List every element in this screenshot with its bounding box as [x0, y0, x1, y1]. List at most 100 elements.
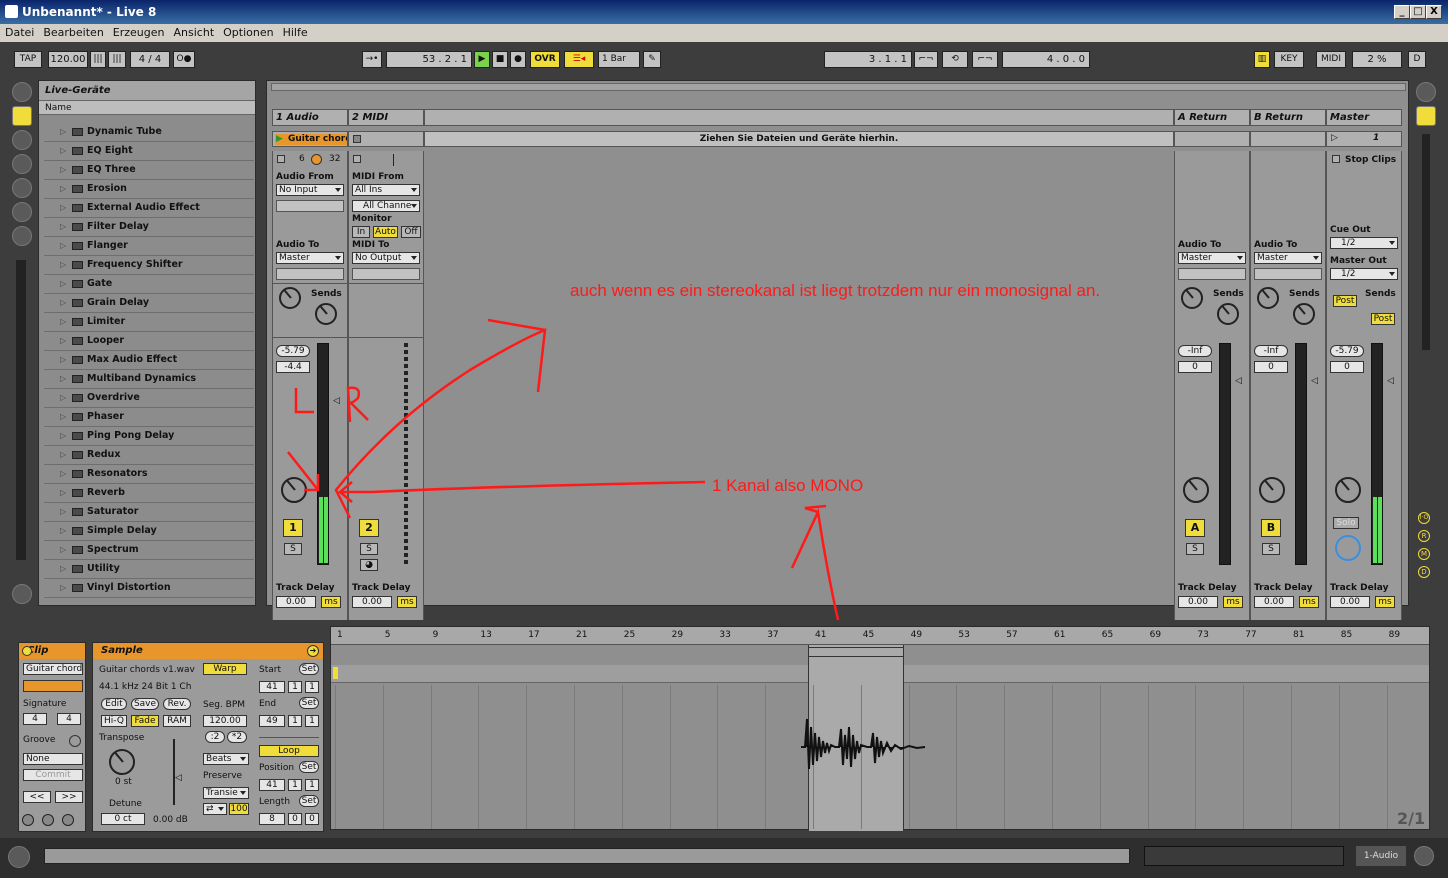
transpose-label: Transpose	[99, 733, 145, 743]
annotation-r-letter	[346, 386, 369, 423]
ruler-tick-label: 13	[480, 630, 492, 640]
position-label: Position	[259, 763, 295, 773]
length-bar[interactable]: 8	[259, 813, 285, 825]
signature-denominator[interactable]: 4	[57, 713, 81, 725]
ruler-tick-label: 5	[384, 630, 391, 640]
loop-brace[interactable]	[808, 647, 904, 657]
sample-box-header: Sample	[93, 643, 323, 659]
ruler-tick-label: 57	[1006, 630, 1018, 640]
half-tempo-button[interactable]: :2	[205, 731, 225, 743]
gain-slider[interactable]	[173, 739, 175, 805]
warp-mode-select[interactable]: Beats	[203, 753, 249, 765]
ruler-tick-label: 61	[1054, 630, 1066, 640]
grid-line	[574, 685, 575, 829]
hiq-button[interactable]: Hi-Q	[101, 715, 127, 727]
sample-file-name: Guitar chords v1.wav	[99, 665, 195, 675]
groove-hotswap-icon[interactable]	[69, 735, 81, 747]
length-label: Length	[259, 797, 291, 807]
signature-numerator[interactable]: 4	[23, 713, 47, 725]
position-sixteenth[interactable]: 1	[305, 779, 319, 791]
nudge-back-button[interactable]: <<	[23, 791, 51, 803]
annotation-l-letter	[294, 388, 314, 414]
signature-label: Signature	[23, 699, 67, 709]
length-set-button[interactable]: Set	[299, 795, 319, 807]
loop-mode-select[interactable]: ⇄	[203, 803, 227, 815]
detune-label: Detune	[109, 799, 142, 809]
nudge-forward-button[interactable]: >>	[55, 791, 83, 803]
sample-box-icon[interactable]	[42, 814, 54, 826]
detune-field[interactable]: 0 ct	[101, 813, 145, 825]
grid-line	[765, 685, 767, 829]
gain-value: 0.00 dB	[153, 815, 188, 825]
ruler-tick-label: 1	[337, 630, 343, 640]
fade-button[interactable]: Fade	[131, 715, 159, 727]
end-sixteenth[interactable]: 1	[305, 715, 319, 727]
gain-handle-icon[interactable]: ◁	[175, 773, 182, 783]
waveform	[801, 718, 926, 770]
commit-button[interactable]: Commit	[23, 769, 83, 781]
reverse-button[interactable]: Rev.	[163, 698, 191, 710]
sample-info: 44.1 kHz 24 Bit 1 Ch	[99, 682, 192, 692]
grid-line	[1052, 685, 1053, 829]
grid-line	[335, 685, 336, 829]
clip-color-select[interactable]	[23, 680, 83, 692]
position-set-button[interactable]: Set	[299, 761, 319, 773]
detail-view-toggle-icon[interactable]	[1414, 846, 1434, 866]
end-beat[interactable]: 1	[288, 715, 302, 727]
clip-box: Clip Guitar chords Signature 4 4 Groove …	[18, 642, 86, 832]
grid-line	[1195, 685, 1197, 829]
annotation-mono: 1 Kanal also MONO	[712, 476, 863, 495]
groove-select[interactable]: None	[23, 753, 83, 765]
length-sixteenth[interactable]: 0	[305, 813, 319, 825]
clip-name-field[interactable]: Guitar chords	[23, 663, 83, 675]
grid-line	[382, 685, 384, 829]
envelope-field[interactable]: 100	[229, 803, 249, 815]
start-marker-icon[interactable]	[333, 667, 338, 679]
seg-bpm-field[interactable]: 120.00	[203, 715, 247, 727]
ruler-tick-label: 77	[1245, 630, 1257, 640]
warp-button[interactable]: Warp	[203, 663, 247, 675]
beat-ruler[interactable]: 1 5 9 13 17 21 25 29 33 37 41 45 49 53 57 61 65 69 73 77 81 8…	[331, 627, 1429, 645]
position-beat[interactable]: 1	[288, 779, 302, 791]
start-bar[interactable]: 41	[259, 681, 285, 693]
transient-select[interactable]: Transie	[203, 787, 249, 799]
ruler-tick-label: 29	[671, 630, 684, 640]
ruler-tick-label: 17	[528, 630, 540, 640]
ruler-tick-label: 81	[1293, 630, 1305, 640]
grid-line	[717, 685, 719, 829]
edit-button[interactable]: Edit	[101, 698, 127, 710]
grid-line	[1099, 685, 1101, 829]
ruler-tick-label: 37	[767, 630, 779, 640]
loop-button[interactable]: Loop	[259, 745, 319, 757]
end-label: End	[259, 699, 277, 709]
double-tempo-button[interactable]: *2	[227, 731, 247, 743]
save-button[interactable]: Save	[131, 698, 159, 710]
sample-display[interactable]: 1 5 9 13 17 21 25 29 33 37 41 45 49 53 57 61 65 69 73 77 81 8…	[330, 626, 1430, 831]
sample-box-title: Sample	[101, 645, 143, 656]
start-set-button[interactable]: Set	[299, 663, 319, 675]
annotation-arrow-to-meter	[338, 480, 706, 503]
selected-track-name: 1-Audio	[1356, 846, 1406, 866]
overview-display[interactable]	[1144, 846, 1344, 866]
ruler-tick-label: 89	[1388, 630, 1401, 640]
info-view-toggle-icon[interactable]	[8, 846, 30, 868]
position-bar[interactable]: 41	[259, 779, 285, 791]
length-beat[interactable]: 0	[288, 813, 302, 825]
ruler-tick-label: 9	[432, 630, 439, 640]
transpose-knob[interactable]	[109, 749, 135, 775]
ram-button[interactable]: RAM	[163, 715, 191, 727]
end-set-button[interactable]: Set	[299, 697, 319, 709]
status-bar: 1-Audio	[0, 838, 1448, 878]
start-sixteenth[interactable]: 1	[305, 681, 319, 693]
launch-box-icon[interactable]	[22, 814, 34, 826]
start-beat[interactable]: 1	[288, 681, 302, 693]
grid-line	[1243, 685, 1245, 829]
grid-line	[669, 685, 671, 829]
envelope-box-icon[interactable]	[62, 814, 74, 826]
end-bar[interactable]: 49	[259, 715, 285, 727]
ruler-tick-label: 73	[1197, 630, 1209, 640]
ruler-tick-label: 85	[1340, 630, 1353, 640]
sample-box: Sample ➔ Guitar chords v1.wav 44.1 kHz 2…	[92, 642, 324, 832]
clip-box-toggle-icon[interactable]	[22, 646, 32, 656]
sample-box-menu-icon[interactable]: ➔	[307, 645, 319, 657]
